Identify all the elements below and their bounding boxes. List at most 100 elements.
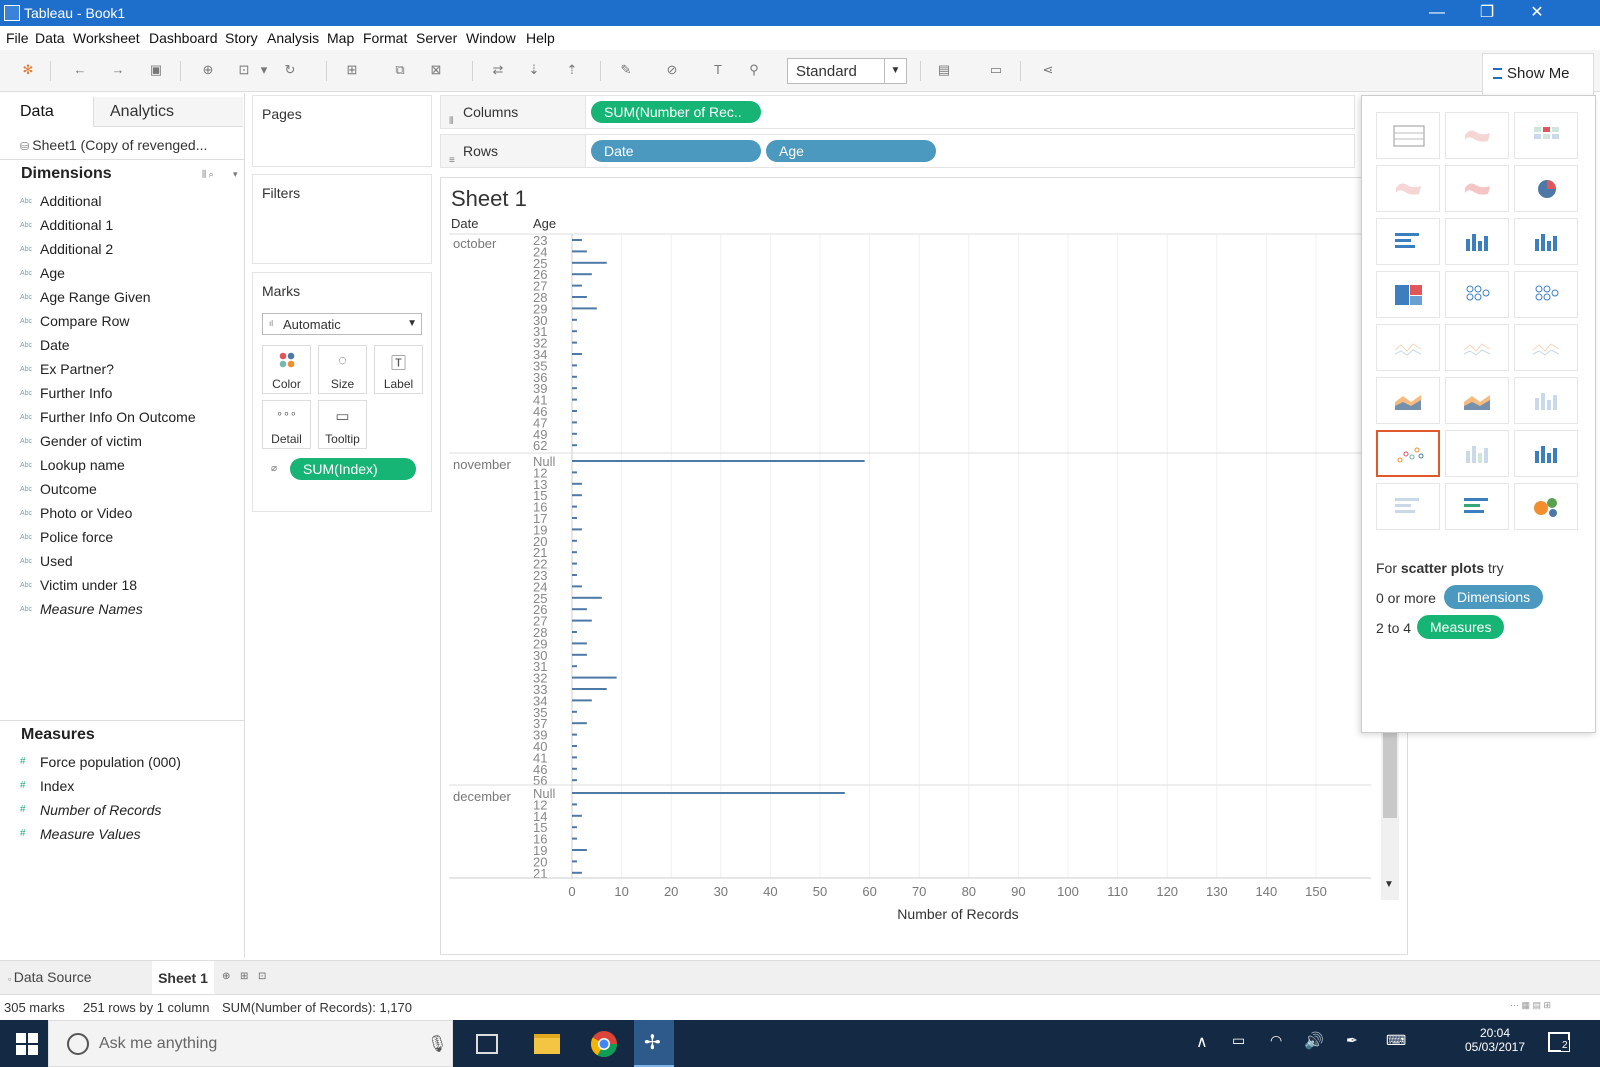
share-icon[interactable]: ⋖: [1040, 62, 1056, 78]
bar[interactable]: [572, 608, 587, 611]
bar[interactable]: [572, 398, 577, 401]
bar[interactable]: [572, 722, 587, 725]
tableau-taskbar-button[interactable]: ✢: [634, 1020, 674, 1067]
bar[interactable]: [572, 482, 582, 485]
duplicate-sheet-icon[interactable]: ⧉: [392, 62, 408, 78]
bar[interactable]: [572, 619, 592, 622]
show-me-dual-lines[interactable]: [1514, 324, 1578, 371]
bar[interactable]: [572, 539, 577, 542]
bar[interactable]: [572, 284, 582, 287]
marks-pill-sum-index[interactable]: SUM(Index): [290, 458, 416, 480]
dimensions-menu-icon[interactable]: ▾: [233, 169, 238, 180]
show-me-histogram[interactable]: [1445, 430, 1509, 477]
pages-card[interactable]: Pages: [252, 95, 432, 167]
menu-story[interactable]: Story: [225, 30, 258, 46]
undo-icon[interactable]: ←: [72, 62, 88, 78]
dimension-field[interactable]: Ex Partner?: [40, 361, 114, 377]
bar[interactable]: [572, 642, 587, 645]
pause-updates-icon[interactable]: ⊡: [236, 62, 252, 78]
new-worksheet-icon[interactable]: ⊞: [344, 62, 360, 78]
bar[interactable]: [572, 860, 577, 863]
restore-button[interactable]: ❐: [1464, 2, 1510, 24]
bar[interactable]: [572, 261, 607, 264]
show-me-bullet-graph[interactable]: [1445, 483, 1509, 530]
bar[interactable]: [572, 330, 577, 333]
bar[interactable]: [572, 733, 577, 736]
dimension-field[interactable]: Used: [40, 553, 73, 569]
show-me-gantt-chart[interactable]: [1376, 483, 1440, 530]
show-me-text-table[interactable]: [1376, 112, 1440, 159]
date-label[interactable]: november: [453, 457, 511, 472]
redo-icon[interactable]: →: [110, 62, 126, 78]
show-mark-labels-icon[interactable]: T: [710, 62, 726, 78]
presentation-mode-icon[interactable]: ▭: [988, 62, 1004, 78]
age-label[interactable]: 21: [533, 866, 547, 881]
bar[interactable]: [572, 596, 602, 599]
bar[interactable]: [572, 767, 577, 770]
measure-field[interactable]: Index: [40, 778, 74, 794]
new-worksheet-icon[interactable]: ⊕: [222, 971, 230, 982]
bar[interactable]: [572, 574, 577, 576]
bar[interactable]: [572, 375, 577, 378]
chevron-down-icon[interactable]: ▼: [407, 318, 417, 329]
dimension-field[interactable]: Additional 2: [40, 241, 113, 257]
group-members-icon[interactable]: ⊘: [664, 62, 680, 78]
bar[interactable]: [572, 631, 577, 633]
bar[interactable]: [572, 699, 592, 702]
bar[interactable]: [572, 307, 597, 310]
datasource-item[interactable]: ⛁ Sheet1 (Copy of revenged...: [20, 137, 207, 153]
menu-format[interactable]: Format: [363, 30, 407, 46]
bar[interactable]: [572, 665, 577, 668]
dimension-field[interactable]: Measure Names: [40, 601, 143, 617]
menu-help[interactable]: Help: [526, 30, 555, 46]
new-dashboard-icon[interactable]: ⊞: [240, 971, 248, 982]
show-me-discrete-area[interactable]: [1445, 377, 1509, 424]
bar[interactable]: [572, 505, 577, 508]
tab-analytics[interactable]: Analytics: [93, 97, 243, 127]
bar[interactable]: [572, 653, 587, 656]
show-me-heat-map[interactable]: [1445, 112, 1509, 159]
bar[interactable]: [572, 551, 577, 554]
bar[interactable]: [572, 562, 577, 565]
bar[interactable]: [572, 814, 582, 817]
dimension-field[interactable]: Photo or Video: [40, 505, 132, 521]
bar[interactable]: [572, 792, 845, 794]
dimension-field[interactable]: Age: [40, 265, 65, 281]
columns-shelf[interactable]: ⦀ Columns SUM(Number of Rec..: [440, 95, 1355, 129]
bar[interactable]: [572, 756, 577, 759]
rows-shelf[interactable]: ≡ Rows Date Age: [440, 134, 1355, 168]
dimension-field[interactable]: Age Range Given: [40, 289, 151, 305]
show-me-highlight-table[interactable]: [1514, 112, 1578, 159]
task-view-icon[interactable]: [476, 1034, 498, 1054]
dimension-field[interactable]: Date: [40, 337, 70, 353]
refresh-icon[interactable]: ↻: [282, 62, 298, 78]
bar[interactable]: [572, 585, 582, 588]
chrome-icon[interactable]: [590, 1030, 618, 1058]
show-me-dual-combination[interactable]: [1514, 377, 1578, 424]
taskbar-clock[interactable]: 20:04 05/03/2017: [1450, 1026, 1540, 1054]
show-me-continuous-area[interactable]: [1376, 377, 1440, 424]
show-me-continuous-lines[interactable]: [1376, 324, 1440, 371]
sort-ascending-icon[interactable]: ⇣: [526, 62, 542, 78]
volume-icon[interactable]: 🔊: [1304, 1031, 1324, 1051]
show-me-side-by-side-circles[interactable]: [1514, 271, 1578, 318]
show-me-stacked-bars[interactable]: [1445, 218, 1509, 265]
bar[interactable]: [572, 432, 577, 435]
vertical-scrollbar[interactable]: ▼: [1381, 720, 1399, 900]
bar[interactable]: [572, 353, 582, 355]
windows-start-icon[interactable]: [16, 1033, 38, 1055]
show-me-packed-bubbles[interactable]: [1514, 483, 1578, 530]
rows-pill-age[interactable]: Age: [766, 140, 936, 162]
bar[interactable]: [572, 318, 577, 321]
dimension-field[interactable]: Compare Row: [40, 313, 129, 329]
tableau-logo-icon[interactable]: ✻: [20, 62, 36, 78]
pen-icon[interactable]: ✒: [1346, 1032, 1358, 1049]
bar[interactable]: [572, 688, 607, 690]
date-label[interactable]: october: [453, 236, 497, 251]
chevron-down-icon[interactable]: ▼: [884, 59, 906, 83]
sort-descending-icon[interactable]: ⇡: [564, 62, 580, 78]
bar[interactable]: [572, 745, 577, 747]
show-me-pie-chart[interactable]: [1514, 165, 1578, 212]
menu-map[interactable]: Map: [327, 30, 354, 46]
dimension-field[interactable]: Additional 1: [40, 217, 113, 233]
